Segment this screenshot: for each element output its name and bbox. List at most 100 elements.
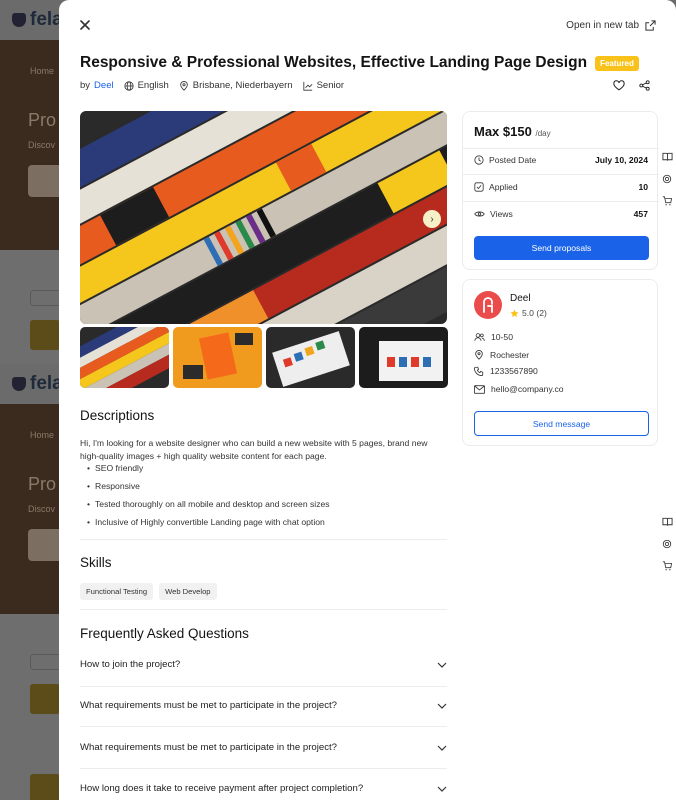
meta-location: Brisbane, Niederbayern (179, 80, 293, 91)
stat-label: Applied (489, 182, 518, 192)
page-title: Responsive & Professional Websites, Effe… (80, 54, 588, 71)
bullet-item: Inclusive of Highly convertible Landing … (87, 516, 330, 534)
background-thumb-3 (30, 774, 60, 800)
company-city-text: Rochester (490, 350, 530, 360)
stat-views: Views 457 (474, 209, 648, 219)
price-card: Max $150 /day Posted Date July 10, 2024 … (462, 111, 659, 270)
skill-chip[interactable]: Web Develop (159, 583, 217, 600)
company-avatar (474, 291, 502, 319)
gallery-main-image[interactable]: › (80, 111, 447, 324)
company-email-text[interactable]: hello@company.co (491, 384, 564, 394)
divider (463, 174, 659, 175)
book-icon[interactable] (661, 152, 673, 162)
divider (80, 609, 447, 610)
company-rating: 5.0 (2) (510, 308, 547, 318)
faq-question: What requirements must be met to partici… (80, 700, 338, 711)
faq-item[interactable]: What requirements must be met to partici… (80, 742, 447, 753)
job-detail-panel: Open in new tab Responsive & Professiona… (59, 0, 676, 800)
close-icon[interactable] (78, 18, 92, 32)
faq-question: How long does it take to receive payment… (80, 783, 364, 794)
divider (80, 726, 447, 727)
thumbnail-art-3 (266, 327, 355, 388)
bullet-item: SEO friendly (87, 462, 330, 480)
rating-text: 5.0 (2) (522, 308, 547, 318)
descriptions-heading: Descriptions (80, 408, 155, 423)
divider (80, 539, 447, 540)
thumbnail-art-2 (173, 327, 262, 388)
send-proposals-button[interactable]: Send proposals (474, 236, 649, 260)
stat-value: July 10, 2024 (594, 155, 648, 165)
mail-icon (474, 384, 485, 394)
company-email: hello@company.co (474, 384, 564, 394)
price: Max $150 /day (474, 124, 551, 139)
open-new-tab-link[interactable]: Open in new tab (566, 20, 656, 31)
share-icon[interactable] (639, 80, 650, 91)
side-toolbar (658, 152, 676, 206)
action-icons (613, 80, 650, 91)
location-pin-icon (474, 350, 484, 360)
globe-icon (124, 80, 134, 91)
users-icon (474, 332, 485, 342)
background-subtitle: Discov (28, 140, 56, 150)
heart-icon[interactable] (613, 80, 625, 91)
faq-item[interactable]: What requirements must be met to partici… (80, 700, 447, 711)
thumbnail-art-4 (359, 327, 448, 388)
company-size: 10-50 (474, 332, 513, 342)
faq-question: What requirements must be met to partici… (80, 742, 338, 753)
divider (463, 201, 659, 202)
thumbnail-2[interactable] (173, 327, 262, 388)
support-icon[interactable] (662, 539, 672, 549)
company-name[interactable]: Deel (510, 293, 531, 304)
meta-language: English (124, 80, 169, 91)
background-thumb (30, 320, 60, 350)
faq-heading: Frequently Asked Questions (80, 626, 249, 641)
background-subtitle-2: Discov (28, 504, 56, 514)
meta-row: by Deel English Brisbane, Niederbayern S… (80, 80, 344, 91)
logo-mark-icon (12, 13, 26, 27)
bullet-item: Responsive (87, 480, 330, 498)
thumbnail-1[interactable] (80, 327, 169, 388)
company-city: Rochester (474, 350, 529, 360)
featured-badge: Featured (595, 55, 639, 71)
stat-label: Views (490, 209, 513, 219)
stat-applied: Applied 10 (474, 182, 648, 192)
support-icon[interactable] (662, 174, 672, 184)
chevron-down-icon (437, 745, 447, 751)
company-phone-text: 1233567890 (490, 366, 538, 376)
by-prefix: by (80, 80, 91, 91)
background-logo-2: fela (12, 373, 63, 395)
cart-icon[interactable] (662, 196, 672, 206)
side-toolbar-2 (658, 517, 676, 571)
send-message-button[interactable]: Send message (474, 411, 649, 436)
location-pin-icon (179, 80, 189, 91)
background-breadcrumb: Home (30, 66, 55, 76)
skateboards-artwork (80, 111, 447, 324)
skills-heading: Skills (80, 555, 112, 570)
external-link-icon (645, 20, 656, 31)
company-card: Deel 5.0 (2) 10-50 Rochester 1233567890 … (462, 279, 658, 446)
checkbox-icon (474, 182, 484, 192)
faq-item[interactable]: How long does it take to receive payment… (80, 783, 447, 794)
skill-chip[interactable]: Functional Testing (80, 583, 154, 600)
faq-item[interactable]: How to join the project? (80, 659, 447, 670)
chevron-down-icon (437, 662, 447, 668)
cart-icon[interactable] (662, 561, 672, 571)
chevron-down-icon (437, 786, 447, 792)
background-thumb-2 (30, 684, 60, 714)
thumbnail-3[interactable] (266, 327, 355, 388)
title-row: Responsive & Professional Websites, Effe… (80, 54, 639, 72)
company-logo-icon (483, 297, 493, 313)
book-icon[interactable] (661, 517, 673, 527)
thumbnail-4[interactable] (359, 327, 448, 388)
next-image-button[interactable]: › (423, 210, 441, 228)
company-size-text: 10-50 (491, 332, 513, 342)
background-logo-text-2: fela (30, 373, 63, 394)
location-text: Brisbane, Niederbayern (192, 80, 293, 91)
company-link[interactable]: Deel (94, 80, 114, 91)
price-amount: $150 (502, 124, 532, 139)
background-title: Pro (28, 110, 57, 130)
chevron-down-icon (437, 703, 447, 709)
price-prefix: Max (474, 124, 500, 139)
divider (463, 148, 659, 149)
meta-level: Senior (302, 80, 344, 91)
